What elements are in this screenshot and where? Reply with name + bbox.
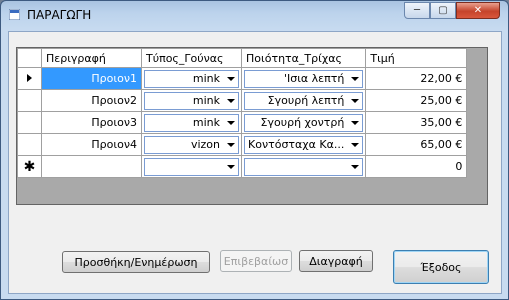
col-header-price[interactable]: Τιμή <box>365 48 468 68</box>
fur-type-combo[interactable]: mink <box>144 113 239 132</box>
row-header[interactable] <box>17 111 42 134</box>
hair-quality-combo[interactable]: 'Ισια λεπτή <box>244 69 364 88</box>
add-update-button[interactable]: Προσθήκη/Ενημέρωση <box>62 251 210 273</box>
dropdown-arrow-icon[interactable] <box>224 159 238 175</box>
dropdown-arrow-icon[interactable] <box>224 71 238 87</box>
dropdown-arrow-icon[interactable] <box>348 71 362 87</box>
dropdown-arrow-icon[interactable] <box>224 115 238 131</box>
hair-quality-combo[interactable]: Κοντόσταχα Κα... <box>244 135 364 154</box>
combo-value: Σγουρή χοντρή <box>260 116 345 129</box>
new-row[interactable]: ✱ 0 <box>17 155 468 178</box>
app-icon <box>9 9 20 20</box>
close-button[interactable]: ✕ <box>456 2 500 19</box>
hair-quality-combo[interactable]: Σγουρή λεπτή <box>244 91 364 110</box>
col-header-description[interactable]: Περιγραφή <box>41 48 142 68</box>
exit-button[interactable]: Έξοδος <box>393 250 489 284</box>
cell-price[interactable]: 25,00 € <box>365 89 468 112</box>
new-row-icon: ✱ <box>23 158 36 175</box>
col-header-fur-type[interactable]: Τύπος_Γούνας <box>141 48 242 68</box>
main-window: ΠΑΡΑΓΩΓΗ ─ ▢ ✕ Περιγραφή Τύπος_Γούνας Πο… <box>0 0 509 300</box>
combo-value: mink <box>192 94 220 107</box>
confirm-button[interactable]: Επιβεβαίωσ <box>220 250 292 272</box>
dropdown-arrow-icon[interactable] <box>348 137 362 153</box>
grid-corner[interactable] <box>17 48 42 68</box>
title-bar[interactable]: ΠΑΡΑΓΩΓΗ ─ ▢ ✕ <box>1 1 508 29</box>
table-row[interactable]: Προιον4 vizon Κοντόσταχα Κα... 65,00 € <box>17 133 468 156</box>
row-header[interactable] <box>17 133 42 156</box>
delete-button[interactable]: Διαγραφή <box>299 250 373 272</box>
dropdown-arrow-icon[interactable] <box>348 93 362 109</box>
combo-value: Σγουρή λεπτή <box>267 94 345 107</box>
row-header[interactable] <box>17 89 42 112</box>
cell-price[interactable]: 0 <box>365 155 468 178</box>
fur-type-combo[interactable]: mink <box>144 91 239 110</box>
combo-value: mink <box>192 72 220 85</box>
col-header-hair-quality[interactable]: Ποιότητα_Τρίχας <box>240 48 367 68</box>
cell-price[interactable]: 65,00 € <box>365 133 468 156</box>
minimize-button[interactable]: ─ <box>404 2 430 19</box>
maximize-button[interactable]: ▢ <box>430 2 456 19</box>
dropdown-arrow-icon[interactable] <box>224 137 238 153</box>
table-row[interactable]: Προιον3 mink Σγουρή χοντρή 35,00 € <box>17 111 468 134</box>
grid-header-row: Περιγραφή Τύπος_Γούνας Ποιότητα_Τρίχας Τ… <box>17 48 468 68</box>
dropdown-arrow-icon[interactable] <box>348 115 362 131</box>
combo-value: vizon <box>190 138 220 151</box>
hair-quality-combo[interactable]: Σγουρή χοντρή <box>244 113 364 132</box>
table-row[interactable]: Προιον1 mink 'Ισια λεπτή 22,00 € <box>17 67 468 90</box>
combo-value: Κοντόσταχα Κα... <box>248 138 345 151</box>
cell-description[interactable] <box>41 155 142 178</box>
cell-price[interactable]: 35,00 € <box>365 111 468 134</box>
cell-description[interactable]: Προιον4 <box>41 133 142 156</box>
window-title: ΠΑΡΑΓΩΓΗ <box>27 8 92 22</box>
row-header-new[interactable]: ✱ <box>17 155 42 178</box>
fur-type-combo[interactable]: mink <box>144 69 239 88</box>
cell-description[interactable]: Προιον2 <box>41 89 142 112</box>
cell-description[interactable]: Προιον1 <box>41 67 142 90</box>
cell-description[interactable]: Προιον3 <box>41 111 142 134</box>
hair-quality-combo[interactable] <box>244 157 364 176</box>
dropdown-arrow-icon[interactable] <box>224 93 238 109</box>
current-row-indicator-icon <box>27 74 32 82</box>
dropdown-arrow-icon[interactable] <box>348 159 362 175</box>
combo-value: 'Ισια λεπτή <box>283 72 345 85</box>
fur-type-combo[interactable] <box>144 157 239 176</box>
products-grid[interactable]: Περιγραφή Τύπος_Γούνας Ποιότητα_Τρίχας Τ… <box>16 47 488 205</box>
combo-value: mink <box>192 116 220 129</box>
cell-price[interactable]: 22,00 € <box>365 67 468 90</box>
fur-type-combo[interactable]: vizon <box>144 135 239 154</box>
table-row[interactable]: Προιον2 mink Σγουρή λεπτή 25,00 € <box>17 89 468 112</box>
row-header-current[interactable] <box>17 67 42 90</box>
